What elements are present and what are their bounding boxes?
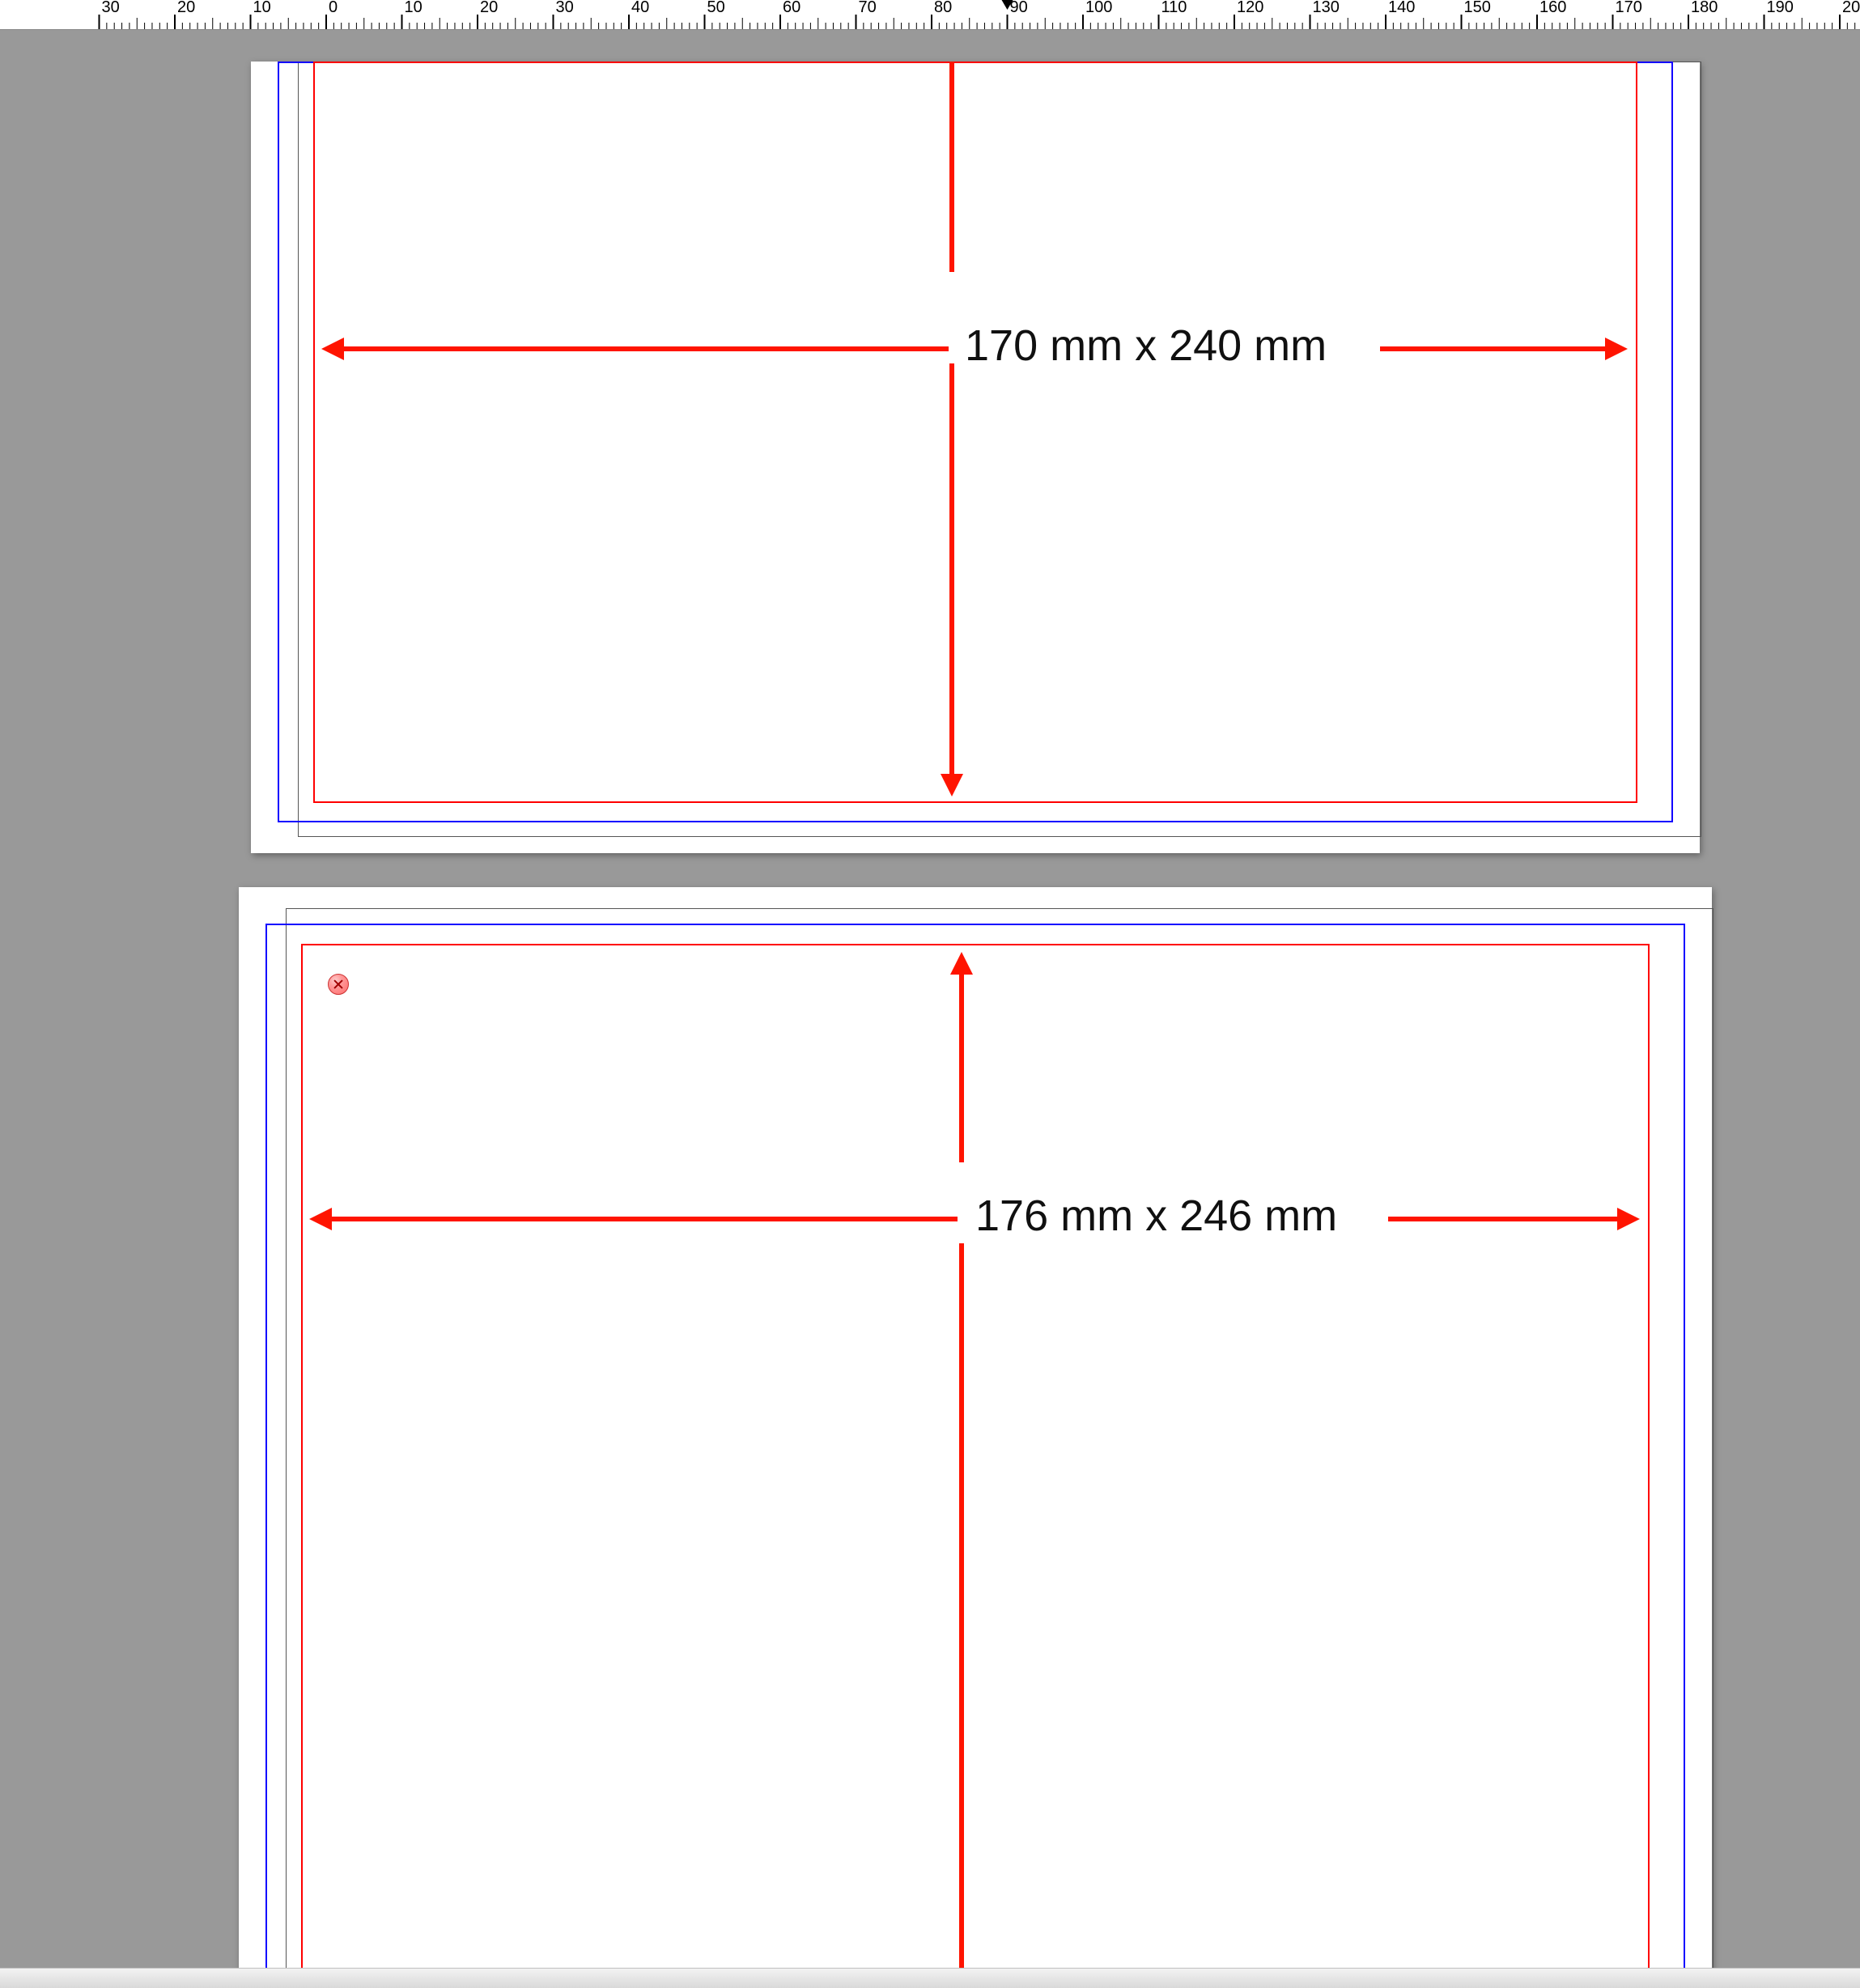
svg-text:160: 160 — [1539, 0, 1566, 16]
svg-text:120: 120 — [1237, 0, 1263, 16]
svg-text:30: 30 — [556, 0, 574, 16]
horizontal-ruler[interactable]: 3020100102030405060708090100110120130140… — [0, 0, 1860, 30]
svg-text:170: 170 — [1616, 0, 1642, 16]
svg-text:20: 20 — [480, 0, 498, 16]
svg-text:130: 130 — [1313, 0, 1340, 16]
page-1-horizontal-arrow-right — [1380, 346, 1607, 351]
svg-text:40: 40 — [631, 0, 649, 16]
svg-text:180: 180 — [1691, 0, 1718, 16]
svg-text:70: 70 — [859, 0, 877, 16]
arrow-head-right-icon — [1605, 338, 1628, 360]
svg-text:150: 150 — [1464, 0, 1491, 16]
arrow-head-down-icon — [941, 774, 963, 796]
page-2-horizontal-arrow-left — [332, 1217, 958, 1221]
page-2-vertical-arrow-top — [959, 973, 964, 1162]
arrow-head-left-icon — [321, 338, 344, 360]
page-2-vertical-arrow-bottom — [959, 1243, 964, 1988]
arrow-head-up-icon — [950, 952, 973, 975]
svg-text:80: 80 — [934, 0, 952, 16]
page-2-red-frame — [301, 944, 1650, 1988]
page-1-vertical-arrow-bottom — [949, 363, 954, 784]
arrow-head-right-icon — [1617, 1208, 1640, 1230]
pasteboard[interactable]: 170 mm x 240 mm 176 mm x 246 mm — [0, 29, 1860, 1982]
svg-text:140: 140 — [1388, 0, 1415, 16]
page-1-dimension-label: 170 mm x 240 mm — [965, 321, 1327, 371]
svg-text:60: 60 — [783, 0, 800, 16]
svg-text:10: 10 — [405, 0, 423, 16]
overflow-warning-icon[interactable] — [328, 974, 349, 995]
svg-text:10: 10 — [253, 0, 271, 16]
page-1-horizontal-arrow-left — [344, 346, 949, 351]
page-1[interactable]: 170 mm x 240 mm — [251, 62, 1700, 853]
svg-text:30: 30 — [102, 0, 120, 16]
horizontal-scrollbar[interactable] — [0, 1968, 1860, 1988]
page-2[interactable]: 176 mm x 246 mm — [239, 887, 1712, 1988]
svg-text:110: 110 — [1161, 0, 1187, 16]
svg-text:50: 50 — [707, 0, 725, 16]
svg-text:100: 100 — [1085, 0, 1112, 16]
page-2-dimension-label: 176 mm x 246 mm — [975, 1191, 1337, 1241]
page-1-red-frame — [313, 62, 1637, 803]
svg-text:190: 190 — [1767, 0, 1794, 16]
page-1-vertical-arrow-top — [949, 62, 954, 272]
svg-text:200: 200 — [1842, 0, 1860, 16]
svg-text:20: 20 — [177, 0, 195, 16]
page-2-horizontal-arrow-right — [1388, 1217, 1619, 1221]
svg-text:90: 90 — [1010, 0, 1028, 16]
arrow-head-left-icon — [309, 1208, 332, 1230]
svg-text:0: 0 — [329, 0, 338, 16]
